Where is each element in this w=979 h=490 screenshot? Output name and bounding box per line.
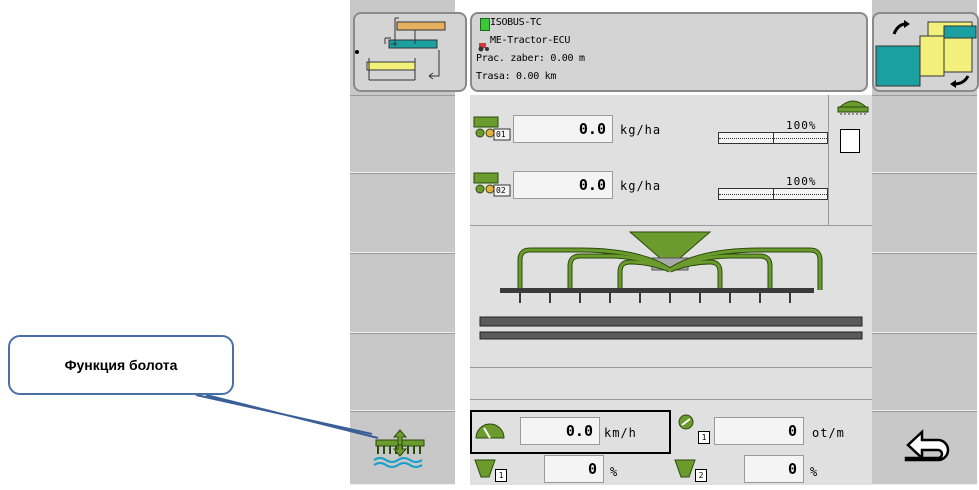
swamp-function-callout: Функция болота [8, 335, 234, 395]
callout-pointer [195, 394, 379, 439]
